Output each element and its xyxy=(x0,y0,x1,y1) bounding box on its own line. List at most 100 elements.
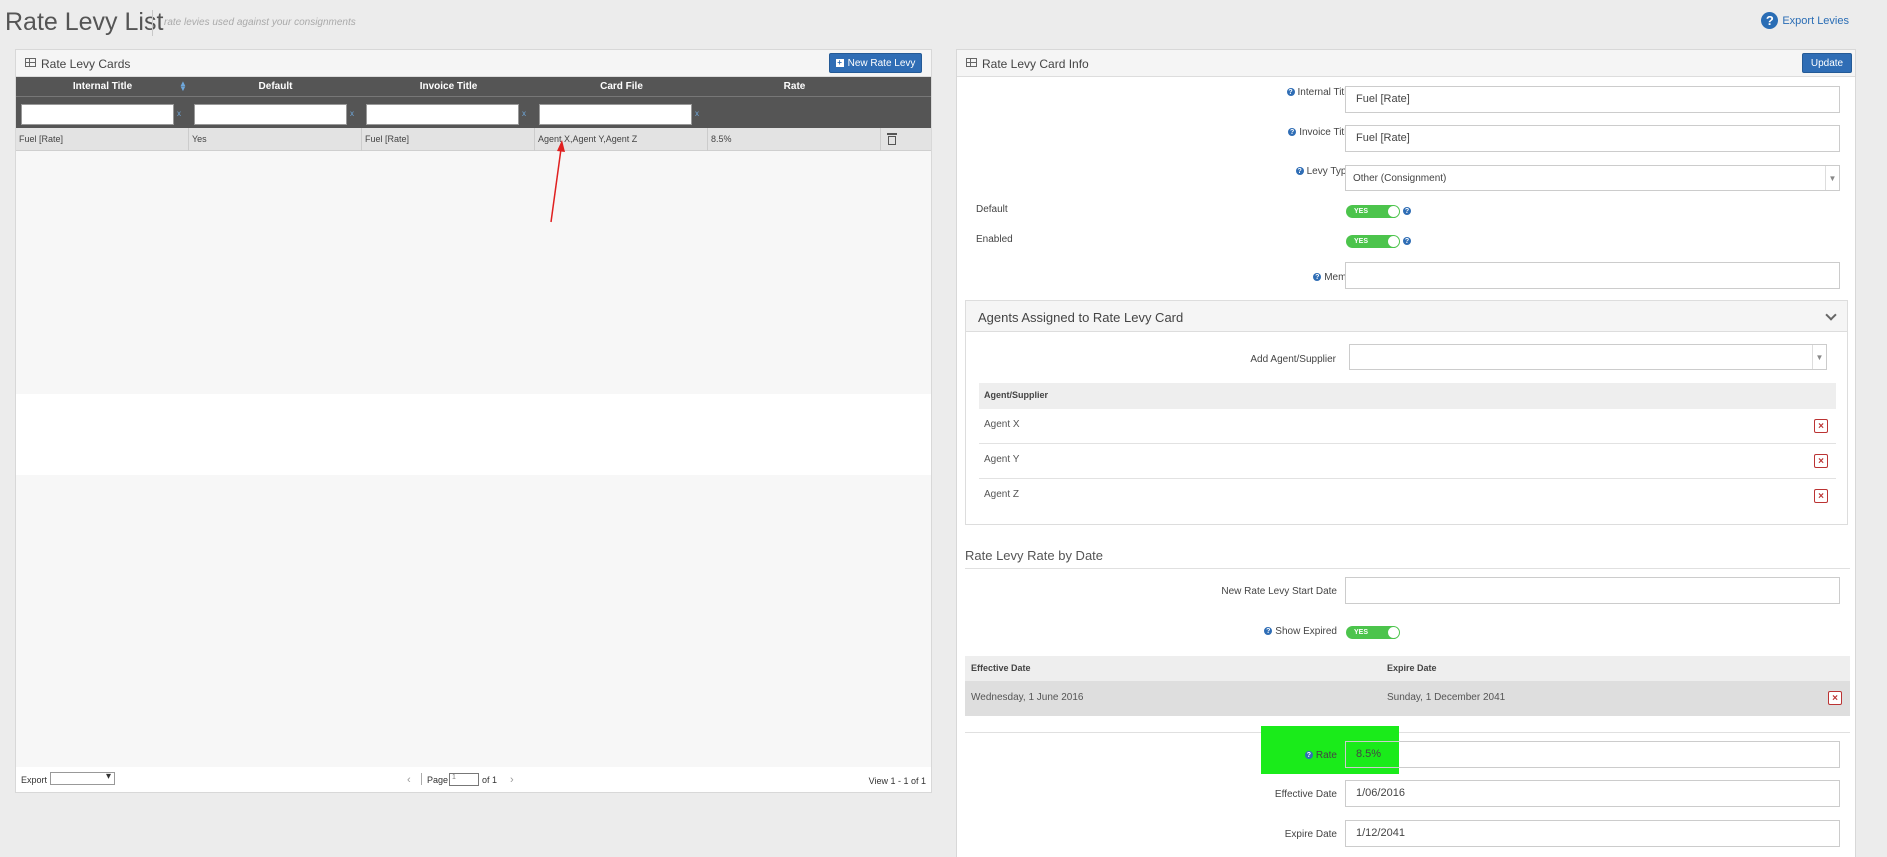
levy-type-select[interactable]: Other (Consignment) ▼ xyxy=(1345,165,1840,191)
table-row[interactable]: Fuel [Rate] Yes Fuel [Rate] Agent X,Agen… xyxy=(16,128,931,151)
export-levies-link[interactable]: ? Export Levies xyxy=(1761,12,1849,29)
cell-internal-title: Fuel [Rate] xyxy=(16,128,189,151)
page-label: Page xyxy=(427,775,449,785)
levy-type-label: ? Levy Type xyxy=(1295,165,1352,177)
column-header-default[interactable]: Default xyxy=(189,81,362,92)
panel-title: Rate Levy Cards xyxy=(41,57,131,71)
rate-levy-cards-panel: Rate Levy Cards + New Rate Levy Internal… xyxy=(15,49,932,793)
export-levies-label: Export Levies xyxy=(1782,14,1849,27)
list-item: Agent Z × xyxy=(979,479,1836,514)
clear-filter-icon[interactable]: x xyxy=(177,109,181,118)
grid-body xyxy=(16,151,931,394)
help-icon[interactable]: ? xyxy=(1264,627,1273,635)
agent-name: Agent Z xyxy=(984,489,1020,500)
help-icon[interactable]: ? xyxy=(1286,88,1295,96)
page-subtitle: rate levies used against your consignmen… xyxy=(164,17,356,28)
export-select[interactable] xyxy=(50,771,115,785)
show-expired-toggle[interactable]: YES xyxy=(1346,626,1400,639)
update-button[interactable]: Update xyxy=(1802,53,1852,73)
agent-name: Agent Y xyxy=(984,454,1020,465)
help-icon[interactable]: ? xyxy=(1403,237,1411,245)
default-toggle[interactable]: YES xyxy=(1346,205,1400,218)
help-icon[interactable]: ? xyxy=(1295,167,1304,175)
annotation-arrow-icon xyxy=(550,140,565,223)
previous-page-icon[interactable]: ‹ xyxy=(407,774,411,786)
memo-input[interactable] xyxy=(1345,262,1840,289)
clear-filter-icon[interactable]: x xyxy=(350,109,354,118)
next-page-icon[interactable]: › xyxy=(510,774,514,786)
remove-icon[interactable]: × xyxy=(1814,489,1828,503)
effective-date-label: Effective Date xyxy=(1274,789,1337,800)
new-rate-levy-label: New Rate Levy xyxy=(847,57,916,69)
cell-expire-date: Sunday, 1 December 2041 xyxy=(1387,692,1506,703)
rate-label: ? Rate xyxy=(1304,749,1337,761)
column-header-rate[interactable]: Rate xyxy=(708,81,881,92)
panel-header: Rate Levy Card Info Update xyxy=(957,50,1855,77)
chevron-down-icon: ▼ xyxy=(1812,345,1826,369)
sort-icon[interactable]: ▲ ▼ xyxy=(179,80,187,93)
internal-title-label: ? Internal Title xyxy=(1286,86,1352,98)
page-title: Rate Levy List xyxy=(5,8,164,36)
page-header: Rate Levy List rate levies used against … xyxy=(0,0,1887,46)
cell-default: Yes xyxy=(189,128,362,151)
pager-divider xyxy=(421,773,422,785)
internal-title-input[interactable]: Fuel [Rate] xyxy=(1345,86,1840,113)
default-label: Default xyxy=(976,204,1008,215)
help-icon[interactable]: ? xyxy=(1313,273,1322,281)
agents-section: Agents Assigned to Rate Levy Card Add Ag… xyxy=(965,300,1848,525)
remove-icon[interactable]: × xyxy=(1814,454,1828,468)
divider xyxy=(965,732,1850,733)
invoice-title-input[interactable]: Fuel [Rate] xyxy=(1345,125,1840,152)
add-agent-select[interactable]: ▼ xyxy=(1349,344,1827,370)
help-icon[interactable]: ? xyxy=(1288,128,1297,136)
table-icon xyxy=(25,58,36,67)
expire-date-input[interactable]: 1/12/2041 xyxy=(1345,820,1840,847)
dates-table-header: Effective Date Expire Date xyxy=(965,656,1850,681)
trash-icon[interactable] xyxy=(887,133,897,145)
column-header-card-file[interactable]: Card File xyxy=(535,81,708,92)
title-divider xyxy=(152,10,153,36)
plus-icon: + xyxy=(835,58,844,67)
filter-invoice-title-input[interactable] xyxy=(366,104,519,125)
page-total: of 1 xyxy=(482,775,498,785)
filter-card-file-input[interactable] xyxy=(539,104,692,125)
remove-icon[interactable]: × xyxy=(1814,419,1828,433)
export-label: Export xyxy=(21,775,48,785)
grid-body xyxy=(16,394,931,475)
grid-footer: Export ‹ Page 1 of 1 › View 1 - 1 of 1 xyxy=(16,767,931,792)
filter-default-input[interactable] xyxy=(194,104,347,125)
divider xyxy=(965,568,1850,569)
rate-input[interactable]: 8.5% xyxy=(1345,741,1840,768)
remove-icon[interactable]: × xyxy=(1828,691,1842,705)
list-item: Agent X × xyxy=(979,409,1836,444)
table-row[interactable]: Wednesday, 1 June 2016 Sunday, 1 Decembe… xyxy=(965,681,1850,716)
help-icon[interactable]: ? xyxy=(1304,751,1313,759)
help-icon[interactable]: ? xyxy=(1403,207,1411,215)
invoice-title-label: ? Invoice Title xyxy=(1288,126,1352,138)
chevron-down-icon[interactable] xyxy=(1825,309,1837,321)
memo-label: ? Memo xyxy=(1313,271,1352,283)
new-start-date-label: New Rate Levy Start Date xyxy=(1221,586,1337,597)
grid-body xyxy=(16,475,931,767)
expire-date-label: Expire Date xyxy=(1284,829,1337,840)
enabled-toggle[interactable]: YES xyxy=(1346,235,1400,248)
agents-section-title: Agents Assigned to Rate Levy Card xyxy=(978,310,1184,325)
help-icon: ? xyxy=(1761,12,1779,29)
filter-internal-title-input[interactable] xyxy=(21,104,174,125)
agents-section-header[interactable]: Agents Assigned to Rate Levy Card xyxy=(966,301,1847,332)
clear-filter-icon[interactable]: x xyxy=(695,109,699,118)
grid-header: Internal Title ▲ ▼ Default Invoice Title … xyxy=(16,77,931,96)
card-icon xyxy=(966,58,977,67)
effective-date-input[interactable]: 1/06/2016 xyxy=(1345,780,1840,807)
page-input[interactable]: 1 xyxy=(449,773,479,786)
column-header-invoice-title[interactable]: Invoice Title xyxy=(362,81,535,92)
rate-levy-card-info-panel: Rate Levy Card Info Update ? Internal Ti… xyxy=(956,49,1856,857)
new-start-date-input[interactable] xyxy=(1345,577,1840,604)
column-header-expire-date: Expire Date xyxy=(1387,663,1437,673)
view-info: View 1 - 1 of 1 xyxy=(868,776,926,786)
cell-effective-date: Wednesday, 1 June 2016 xyxy=(971,692,1084,703)
column-header-internal-title[interactable]: Internal Title xyxy=(16,81,189,92)
new-rate-levy-button[interactable]: + New Rate Levy xyxy=(829,53,922,73)
cell-rate: 8.5% xyxy=(708,128,881,151)
clear-filter-icon[interactable]: x xyxy=(522,109,526,118)
